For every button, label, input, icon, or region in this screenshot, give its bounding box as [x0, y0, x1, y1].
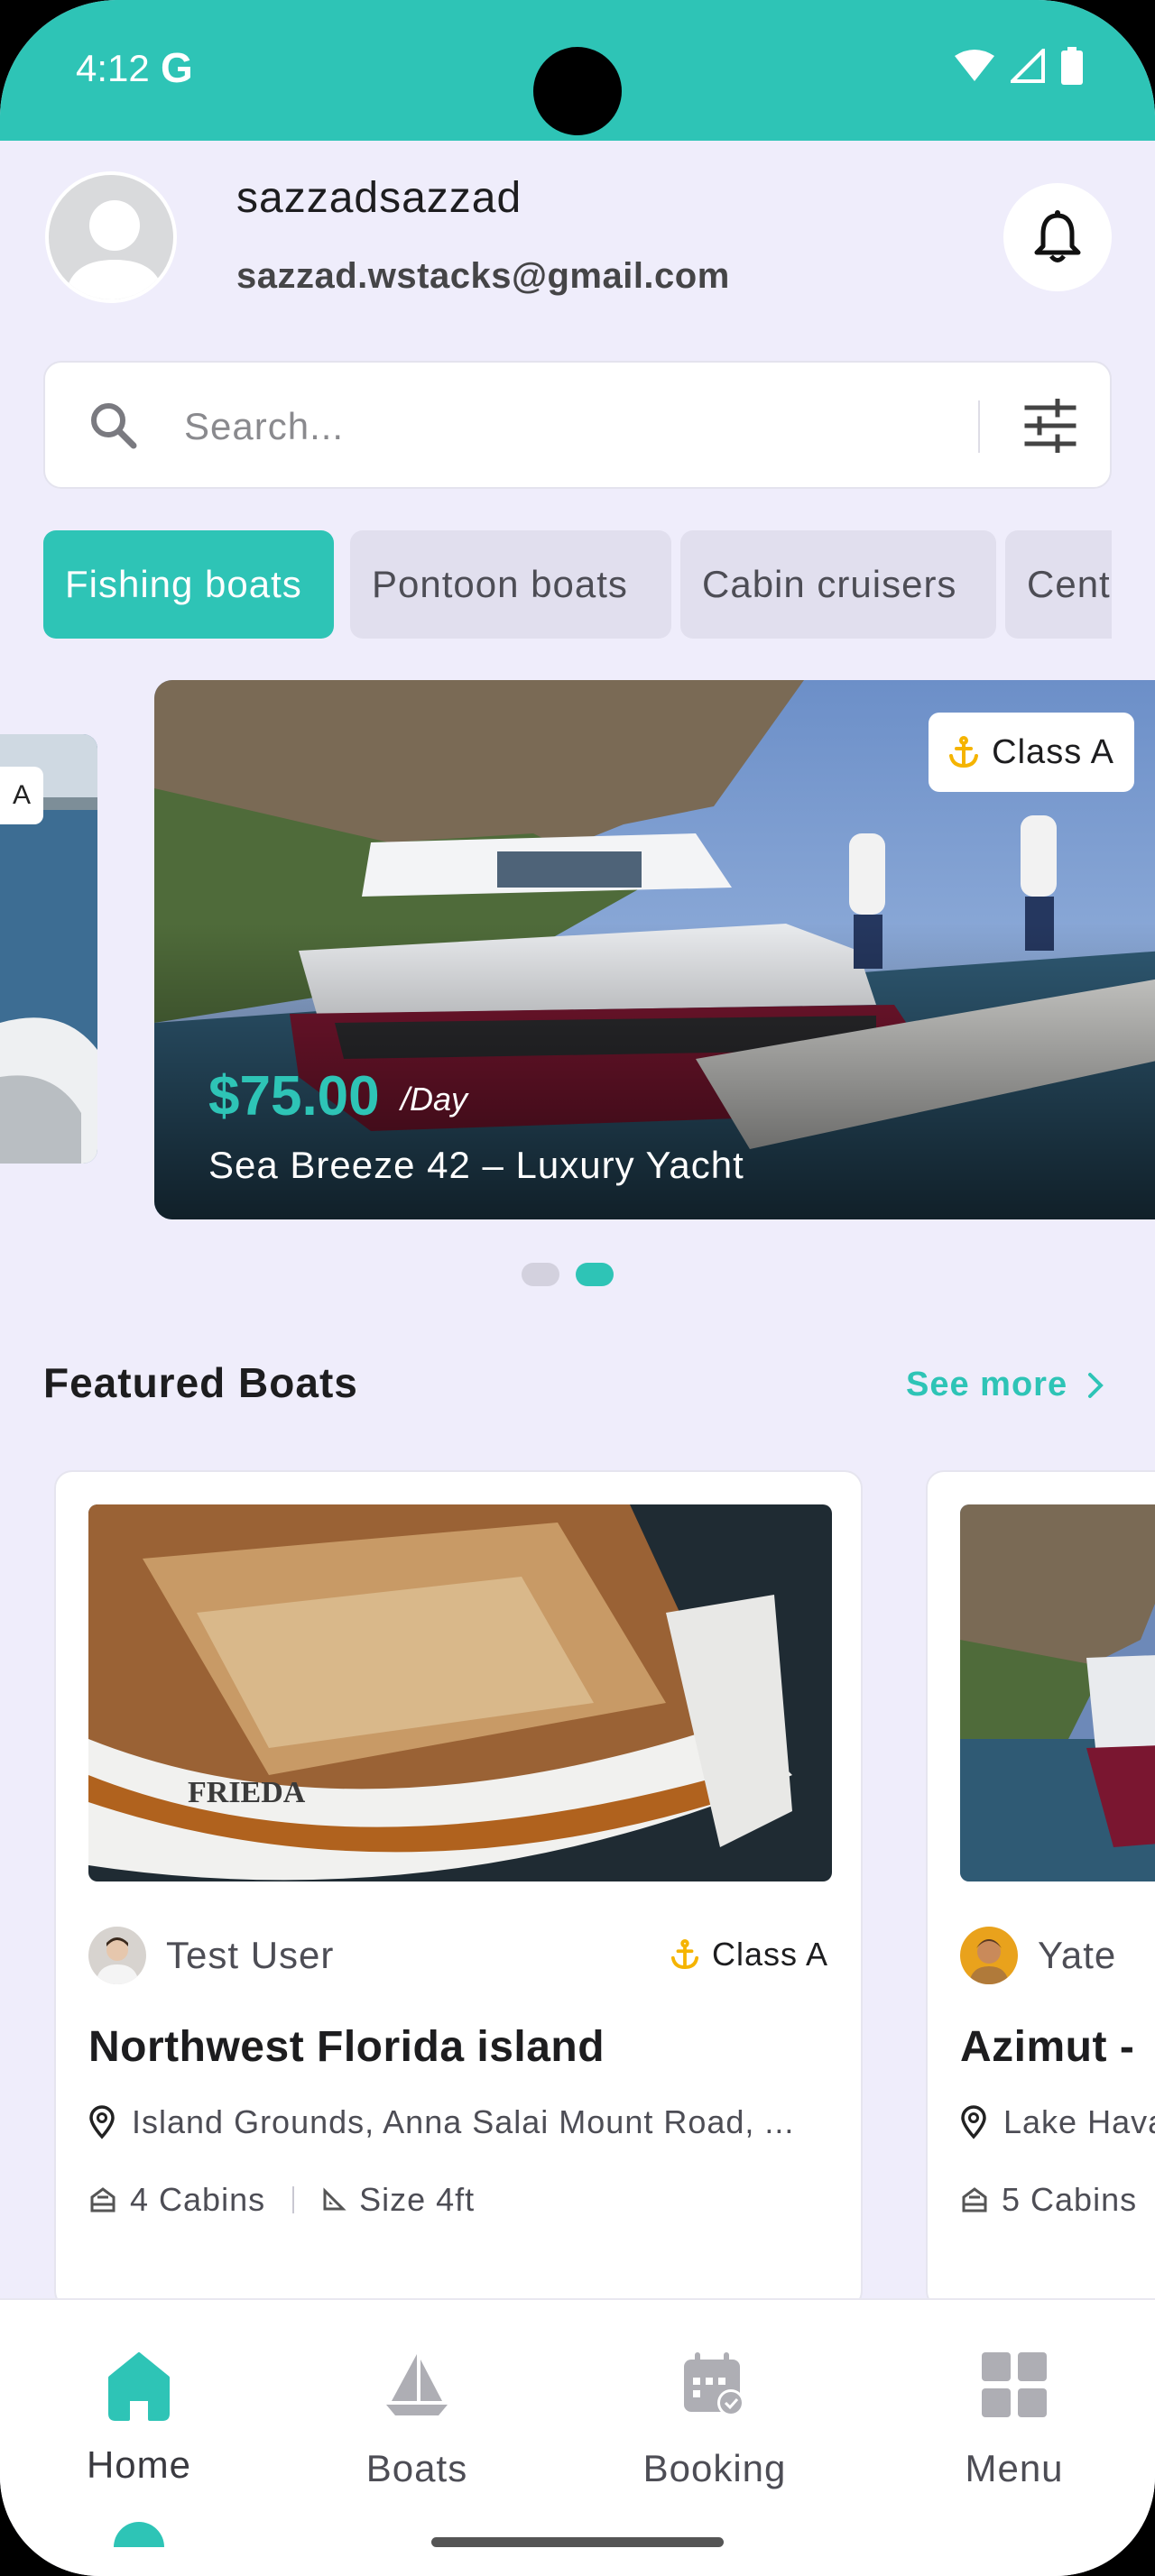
- nav-home[interactable]: Home: [31, 2351, 247, 2487]
- location-pin-icon: [89, 2105, 115, 2139]
- boat-title: Northwest Florida island: [88, 2023, 605, 2071]
- chevron-right-icon: [1088, 1372, 1104, 1398]
- search-bar: [43, 361, 1112, 489]
- status-bar: 4:12 G: [0, 0, 1155, 141]
- boat-image: FRIEDA: [88, 1504, 832, 1881]
- calendar-check-icon: [684, 2352, 744, 2416]
- gesture-home-bar[interactable]: [431, 2537, 724, 2547]
- sailboat-photo: FRIEDA: [88, 1504, 832, 1881]
- nav-booking[interactable]: Booking: [606, 2351, 823, 2490]
- boat-owner: Test User: [88, 1927, 334, 1984]
- class-badge: Class A: [670, 1936, 828, 1973]
- nav-menu[interactable]: Menu: [906, 2351, 1123, 2490]
- camera-cutout: [533, 47, 622, 135]
- class-label: Class A: [711, 1936, 828, 1973]
- search-icon: [91, 403, 137, 449]
- nav-boats[interactable]: Boats: [309, 2351, 525, 2490]
- ruler-triangle-icon: [323, 2187, 346, 2211]
- boat-specs: 5 Cabins: [960, 2181, 1137, 2219]
- meta-divider: [292, 2186, 295, 2213]
- location-text: Lake Havasu: [1003, 2103, 1155, 2140]
- carousel-indicator: [522, 1263, 614, 1286]
- boat-image: [960, 1504, 1155, 1881]
- google-icon: G: [161, 44, 193, 91]
- nav-label: Home: [86, 2443, 192, 2486]
- chip-label: Pontoon boats: [372, 563, 628, 605]
- carousel-slide-current[interactable]: Class A $75.00 /Day Sea Breeze 42 – Luxu…: [154, 680, 1155, 1219]
- see-more-link[interactable]: See more: [906, 1366, 1104, 1404]
- boat-location: Island Grounds, Anna Salai Mount Road, .…: [88, 2103, 794, 2141]
- home-icon: [108, 2352, 170, 2421]
- chip-label: Cabin cruisers: [702, 563, 957, 605]
- cabin-icon: [90, 2187, 116, 2213]
- category-chips: Fishing boats Pontoon boats Cabin cruise…: [43, 530, 1112, 639]
- slide-price-unit: /Day: [401, 1081, 468, 1118]
- featured-boat-card[interactable]: FRIEDA Test User Class A Northwest Flori…: [54, 1470, 863, 2309]
- cabins-count: 4 Cabins: [130, 2181, 266, 2218]
- chip-center-consoles[interactable]: Center consoles: [1005, 530, 1112, 639]
- anchor-icon: [670, 1939, 699, 1970]
- search-input[interactable]: [184, 395, 996, 458]
- owner-avatar: [960, 1927, 1018, 1984]
- class-label: Class A: [992, 732, 1114, 771]
- slide-price: $75.00: [208, 1065, 380, 1127]
- carousel-dot[interactable]: [522, 1263, 559, 1286]
- svg-text:FRIEDA: FRIEDA: [188, 1776, 306, 1809]
- status-time: 4:12: [76, 47, 150, 89]
- chip-label: Center consoles: [1027, 563, 1112, 605]
- cabins-count: 5 Cabins: [1002, 2181, 1138, 2218]
- search-divider: [978, 400, 980, 453]
- nav-label: Menu: [965, 2447, 1064, 2489]
- slide-boat-name: Sea Breeze 42 – Luxury Yacht: [208, 1144, 744, 1186]
- class-badge: A: [0, 767, 43, 824]
- carousel-dot-active[interactable]: [576, 1263, 614, 1286]
- owner-avatar: [88, 1927, 146, 1984]
- class-badge: Class A: [929, 713, 1134, 792]
- app-screen: 4:12 G sazzadsazzad sazzad.wstacks@gmail…: [0, 0, 1155, 2576]
- carousel-slide-prev[interactable]: A: [0, 734, 97, 1164]
- status-icons: [955, 47, 1083, 85]
- bell-icon: [1034, 210, 1081, 262]
- boat-owner: Yate: [960, 1927, 1116, 1984]
- chip-cabin-cruisers[interactable]: Cabin cruisers: [680, 530, 996, 639]
- sailboat-icon: [386, 2354, 448, 2415]
- username: sazzadsazzad: [236, 174, 522, 222]
- owner-name: Yate: [1038, 1934, 1117, 1976]
- featured-boat-card[interactable]: Yate Azimut - Lake Havasu 5 Cabins: [926, 1470, 1155, 2309]
- avatar[interactable]: [45, 171, 177, 303]
- location-pin-icon: [961, 2105, 986, 2139]
- boat-title: Azimut -: [960, 2023, 1135, 2071]
- boat-size: Size 4ft: [359, 2181, 476, 2218]
- bottom-navigation: Home Boats Booking Menu: [0, 2298, 1155, 2576]
- owner-name: Test User: [166, 1934, 335, 1976]
- chip-label: Fishing boats: [65, 563, 302, 605]
- anchor-icon: [949, 736, 979, 768]
- nav-label: Booking: [642, 2447, 787, 2489]
- notifications-button[interactable]: [1003, 183, 1112, 291]
- signal-icon: [1011, 49, 1045, 83]
- location-text: Island Grounds, Anna Salai Mount Road, .…: [132, 2103, 795, 2140]
- wifi-icon: [955, 50, 994, 81]
- section-title: Featured Boats: [43, 1359, 358, 1406]
- grid-icon: [982, 2352, 1047, 2417]
- see-more-label: See more: [906, 1366, 1068, 1403]
- chip-pontoon-boats[interactable]: Pontoon boats: [350, 530, 671, 639]
- boat-location: Lake Havasu: [960, 2103, 1155, 2141]
- filter-sliders-icon[interactable]: [1023, 399, 1077, 453]
- user-placeholder-icon: [65, 200, 164, 299]
- yacht-photo: [960, 1504, 1155, 1881]
- battery-icon: [1061, 47, 1083, 85]
- nav-label: Boats: [365, 2447, 468, 2489]
- user-email: sazzad.wstacks@gmail.com: [236, 256, 730, 296]
- chip-fishing-boats[interactable]: Fishing boats: [43, 530, 334, 639]
- boat-specs: 4 Cabins Size 4ft: [88, 2181, 475, 2219]
- cabin-icon: [962, 2187, 987, 2213]
